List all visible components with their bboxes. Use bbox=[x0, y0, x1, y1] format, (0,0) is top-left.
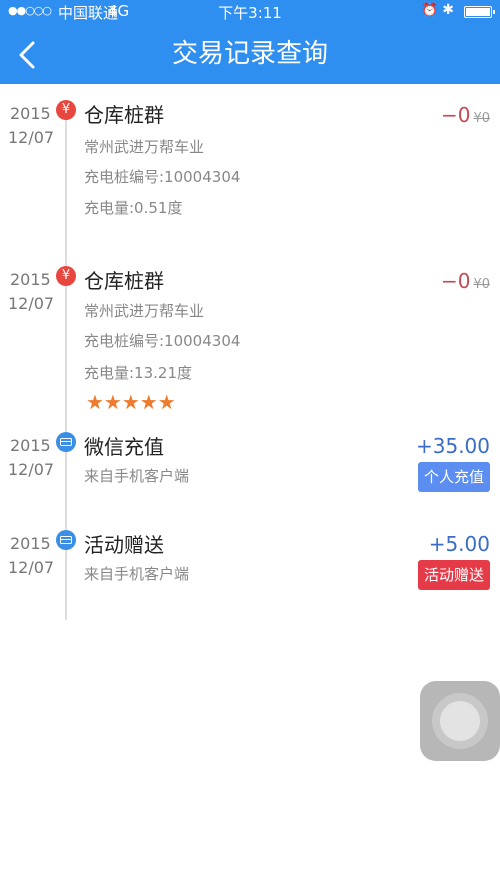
record-title: 仓库桩群 bbox=[84, 103, 164, 127]
record-location: 常州武进万帮车业 bbox=[84, 138, 205, 156]
star-rating: ★★★★★ bbox=[86, 390, 176, 414]
header-bar: ●●○○○ 中国联通 4G 下午3:11 ⏰ ✱ 交易记录查询 bbox=[0, 0, 500, 84]
type-badge: 个人充值 bbox=[417, 462, 490, 492]
record-amount: +5.00 bbox=[428, 532, 490, 556]
record-date: 12/07 bbox=[8, 128, 55, 147]
assistive-touch-button[interactable] bbox=[420, 681, 500, 761]
record-item[interactable]: 2015 12/07 微信充值 +35.00 来自手机客户端 个人充值 bbox=[0, 430, 500, 510]
record-energy: 充电量:13.21度 bbox=[84, 364, 192, 382]
record-source: 来自手机客户端 bbox=[84, 565, 190, 583]
record-amount: −0 ¥0 bbox=[440, 103, 490, 127]
yuan-icon: ¥ bbox=[56, 100, 76, 120]
card-icon bbox=[56, 530, 76, 550]
record-pile-number: 充电桩编号:10004304 bbox=[84, 332, 241, 350]
battery-icon bbox=[464, 6, 495, 18]
bluetooth-icon: ✱ bbox=[442, 2, 454, 18]
record-year: 2015 bbox=[10, 436, 51, 455]
page-title: 交易记录查询 bbox=[171, 39, 328, 69]
record-energy: 充电量:0.51度 bbox=[84, 199, 183, 217]
record-source: 来自手机客户端 bbox=[84, 467, 190, 485]
record-amount: −0 ¥0 bbox=[440, 269, 490, 293]
yuan-icon: ¥ bbox=[56, 266, 76, 286]
record-item[interactable]: 2015 12/07 活动赠送 +5.00 来自手机客户端 活动赠送 bbox=[0, 528, 500, 608]
alarm-icon: ⏰ bbox=[421, 3, 438, 18]
record-item[interactable]: 2015 12/07 ¥ 仓库桩群 −0 ¥0 常州武进万帮车业 充电桩编号:10… bbox=[0, 98, 500, 248]
record-year: 2015 bbox=[10, 534, 51, 553]
record-amount: +35.00 bbox=[415, 434, 490, 458]
record-title: 仓库桩群 bbox=[84, 269, 164, 293]
status-bar: ●●○○○ 中国联通 4G 下午3:11 ⏰ ✱ bbox=[0, 0, 500, 24]
record-pile-number: 充电桩编号:10004304 bbox=[84, 168, 241, 186]
record-item[interactable]: 2015 12/07 ¥ 仓库桩群 −0 ¥0 常州武进万帮车业 充电桩编号:10… bbox=[0, 264, 500, 424]
record-location: 常州武进万帮车业 bbox=[84, 302, 205, 320]
card-icon bbox=[56, 432, 76, 452]
type-badge: 活动赠送 bbox=[417, 560, 490, 590]
record-date: 12/07 bbox=[8, 294, 55, 313]
record-title: 活动赠送 bbox=[84, 533, 164, 557]
record-date: 12/07 bbox=[8, 460, 55, 479]
record-year: 2015 bbox=[10, 104, 51, 123]
record-date: 12/07 bbox=[8, 558, 55, 577]
record-title: 微信充值 bbox=[84, 435, 164, 459]
record-year: 2015 bbox=[10, 270, 51, 289]
